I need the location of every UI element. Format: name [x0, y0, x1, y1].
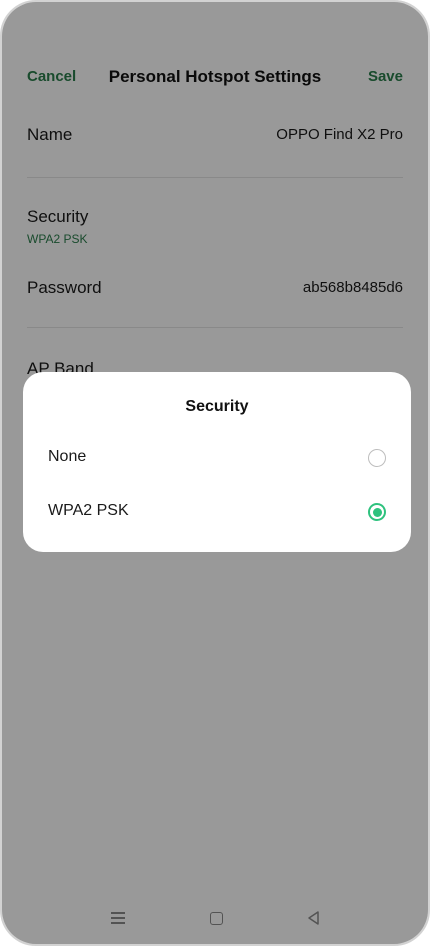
- security-dialog: Security None WPA2 PSK: [23, 372, 411, 552]
- radio-unselected-icon[interactable]: [368, 449, 386, 467]
- dialog-title: Security: [185, 398, 249, 415]
- phone-screen: 10:00 Cancel Personal Hotspot Settings S…: [0, 0, 430, 946]
- option-none[interactable]: None: [23, 431, 411, 485]
- option-wpa2-psk[interactable]: WPA2 PSK: [23, 485, 411, 539]
- option-label-wpa2-psk: WPA2 PSK: [48, 502, 129, 519]
- radio-selected-icon[interactable]: [368, 503, 386, 521]
- option-label-none: None: [48, 448, 87, 465]
